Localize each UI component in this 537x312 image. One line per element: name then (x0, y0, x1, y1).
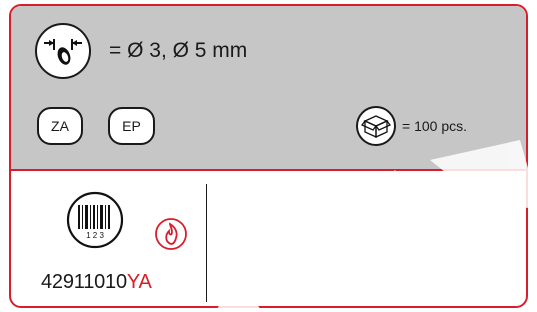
barcode-digits: 1 2 3 (86, 231, 104, 240)
divider (206, 184, 207, 302)
drill-bit-diameter-icon (35, 23, 91, 79)
diameter-text: = Ø 3, Ø 5 mm (109, 39, 248, 62)
article-number-base: 42911010 (41, 271, 127, 293)
article-number-suffix: YA (126, 271, 152, 293)
diameter-row: = Ø 3, Ø 5 mm (35, 23, 247, 79)
tag-ep-label: EP (122, 118, 141, 134)
article-number: 42911010YA (41, 271, 152, 294)
barcode-icon: 1 2 3 (66, 191, 124, 254)
package-quantity: = 100 pcs. (356, 106, 467, 146)
tag-ep: EP (108, 107, 155, 145)
quantity-text: = 100 pcs. (402, 118, 467, 134)
spec-panel: = Ø 3, Ø 5 mm ZA EP = 100 pcs. (11, 6, 526, 171)
box-icon (356, 106, 396, 146)
flame-icon (154, 217, 188, 256)
tag-za: ZA (37, 107, 83, 145)
product-card: = Ø 3, Ø 5 mm ZA EP = 100 pcs. 1 2 3 429… (9, 4, 528, 308)
tag-za-label: ZA (51, 118, 69, 134)
